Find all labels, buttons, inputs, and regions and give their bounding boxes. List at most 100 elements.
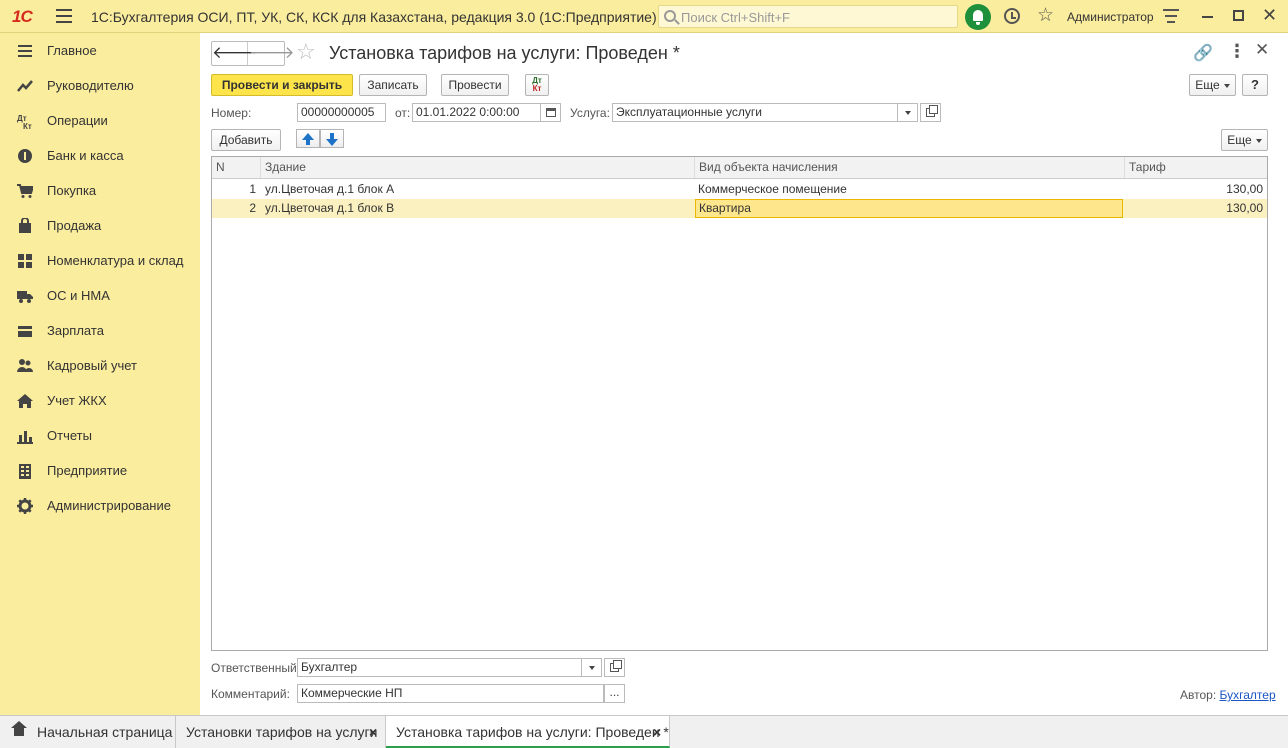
sidebar-item-bank[interactable]: Банк и касса [0, 138, 200, 173]
notifications-bell-icon[interactable] [965, 4, 991, 30]
col-building[interactable]: Здание [261, 157, 695, 178]
calendar-button[interactable] [541, 103, 561, 122]
sidebar-item-housing[interactable]: Учет ЖКХ [0, 383, 200, 418]
more-actions-icon[interactable]: ⋮ [1228, 41, 1246, 62]
service-label: Услуга: [570, 106, 610, 120]
sidebar-item-salary[interactable]: Зарплата [0, 313, 200, 348]
gear-icon [17, 498, 33, 514]
close-form-icon[interactable]: ✕ [1255, 40, 1269, 60]
service-field[interactable]: Эксплуатационные услуги [612, 103, 898, 122]
building-icon [19, 464, 31, 479]
favorite-star-icon[interactable]: ☆ [296, 39, 316, 65]
title-bar: 1С 1С:Бухгалтерия ОСИ, ПТ, УК, СК, КСК д… [0, 0, 1288, 33]
search-icon [664, 10, 676, 22]
author-link[interactable]: Бухгалтер [1220, 688, 1276, 702]
cell-tariff: 130,00 [1226, 201, 1263, 215]
wallet-icon [18, 326, 32, 337]
dropdown-arrow-icon [1223, 83, 1230, 88]
app-logo: 1С [12, 7, 33, 26]
history-icon[interactable] [1004, 8, 1020, 24]
bar-chart-icon [17, 431, 33, 444]
cell-building: ул.Цветочая д.1 блок А [265, 182, 395, 196]
table-more-label: Еще [1227, 133, 1252, 147]
settings-menu-icon[interactable] [1163, 9, 1179, 27]
move-up-button[interactable] [296, 129, 320, 148]
sidebar-item-purchase[interactable]: Покупка [0, 173, 200, 208]
move-down-button[interactable] [320, 129, 344, 148]
sidebar-item-hr[interactable]: Кадровый учет [0, 348, 200, 383]
tab-label: Установка тарифов на услуги: Проведен * [396, 724, 669, 740]
tab-tariff-document[interactable]: Установка тарифов на услуги: Проведен * … [386, 716, 670, 748]
open-icon [610, 660, 622, 672]
save-button[interactable]: Записать [359, 74, 427, 96]
tariffs-table[interactable]: N Здание Вид объекта начисления Тариф 1 … [211, 156, 1268, 651]
favorites-star-icon[interactable]: ☆ [1037, 4, 1054, 27]
sidebar-item-label: Кадровый учет [47, 358, 137, 373]
date-label: от: [395, 106, 411, 120]
cell-kind: Коммерческое помещение [698, 182, 847, 196]
calendar-icon [545, 108, 556, 117]
add-row-button[interactable]: Добавить [211, 129, 281, 151]
sidebar-item-label: Учет ЖКХ [47, 393, 107, 408]
sidebar-item-reports[interactable]: Отчеты [0, 418, 200, 453]
dt-kt-icon: ДтКт [17, 114, 32, 129]
history-nav: 🡐 🡒 [211, 41, 295, 66]
comment-edit-button[interactable]: ... [604, 684, 625, 703]
col-tariff[interactable]: Тариф [1125, 157, 1267, 178]
kt-label: Кт [532, 84, 542, 93]
minimize-icon[interactable] [1202, 16, 1213, 18]
dropdown-arrow-icon [904, 111, 911, 115]
sidebar-item-enterprise[interactable]: Предприятие [0, 453, 200, 488]
col-kind[interactable]: Вид объекта начисления [695, 157, 1125, 178]
comment-field[interactable]: Коммерческие НП [297, 684, 604, 703]
sidebar-item-admin[interactable]: Администрирование [0, 488, 200, 523]
sidebar-item-operations[interactable]: Дт Кт Операции [0, 103, 200, 138]
sidebar-item-label: Банк и касса [47, 148, 124, 163]
close-tab-icon[interactable]: × [653, 716, 661, 748]
responsible-field[interactable]: Бухгалтер [297, 658, 582, 677]
coins-icon [18, 149, 32, 163]
post-button[interactable]: Провести [441, 74, 509, 96]
cell-tariff: 130,00 [1226, 182, 1263, 196]
sidebar-item-sales[interactable]: Продажа [0, 208, 200, 243]
service-dropdown-button[interactable] [898, 103, 918, 122]
tab-tariffs-list[interactable]: Установки тарифов на услуги × [176, 716, 386, 748]
sidebar-item-label: Покупка [47, 183, 97, 198]
user-name[interactable]: Администратор [1067, 10, 1154, 24]
help-button[interactable]: ? [1242, 74, 1268, 96]
back-arrow-icon[interactable]: 🡐 [212, 42, 258, 65]
responsible-dropdown-button[interactable] [582, 658, 602, 677]
responsible-open-button[interactable] [604, 658, 625, 677]
author-label: Автор: [1180, 688, 1217, 702]
close-window-icon[interactable]: ✕ [1262, 5, 1277, 26]
sidebar-item-manager[interactable]: Руководителю [0, 68, 200, 103]
table-row[interactable]: 1 ул.Цветочая д.1 блок А Коммерческое по… [212, 180, 1267, 199]
search-input[interactable]: Поиск Ctrl+Shift+F [658, 5, 958, 28]
sidebar-item-label: Главное [47, 43, 97, 58]
more-button[interactable]: Еще [1189, 74, 1236, 96]
table-more-button[interactable]: Еще [1221, 129, 1268, 151]
sidebar-item-fixed-assets[interactable]: ОС и НМА [0, 278, 200, 313]
main-menu-icon[interactable] [56, 9, 72, 23]
cell-n: 1 [249, 182, 256, 196]
sidebar-item-label: Предприятие [47, 463, 128, 478]
dt-kt-button[interactable]: Дт Кт [525, 74, 549, 96]
close-tab-icon[interactable]: × [369, 716, 377, 748]
tab-home[interactable]: Начальная страница [0, 716, 176, 748]
sidebar-item-label: Номенклатура и склад [47, 253, 184, 268]
col-n[interactable]: N [212, 157, 261, 178]
sidebar-item-nomenclature[interactable]: Номенклатура и склад [0, 243, 200, 278]
post-and-close-button[interactable]: Провести и закрыть [211, 74, 353, 96]
forward-arrow-icon[interactable]: 🡒 [249, 42, 295, 65]
sidebar-item-main[interactable]: Главное [0, 33, 200, 68]
number-field[interactable]: 00000000005 [297, 103, 386, 122]
grid-icon [18, 254, 32, 268]
link-icon[interactable]: 🔗 [1193, 43, 1213, 63]
table-row-selected[interactable]: 2 ул.Цветочая д.1 блок В Квартира 130,00 [212, 199, 1267, 218]
maximize-icon[interactable] [1233, 10, 1244, 21]
date-field[interactable]: 01.01.2022 0:00:00 [412, 103, 541, 122]
service-open-button[interactable] [920, 103, 941, 122]
cell-kind-current[interactable]: Квартира [695, 199, 1123, 218]
comment-label: Комментарий: [211, 687, 290, 701]
arrow-up-icon [302, 133, 314, 145]
